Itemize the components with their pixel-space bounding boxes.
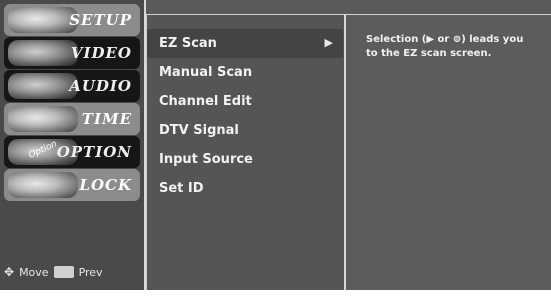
menu-item-label: LOCK [79,176,132,194]
menu-item-option[interactable]: Option OPTION [4,136,140,168]
main-menu: SETUP VIDEO AUDIO TIME Option OPTION LOC… [0,0,146,290]
submenu-item-ez-scan[interactable]: EZ Scan ▶ [147,29,343,58]
audio-icon [8,73,78,99]
move-hint-label: Move [19,265,49,279]
submenu-item-label: Manual Scan [159,65,253,80]
setup-icon [8,7,78,33]
submenu-item-label: Input Source [159,152,253,167]
time-icon [8,106,78,132]
help-panel: Selection (▶ or ⊚) leads you to the EZ s… [346,14,551,290]
menu-item-audio[interactable]: AUDIO [4,70,140,102]
submenu-item-dtv-signal[interactable]: DTV Signal [147,116,343,145]
help-text: Selection (▶ or ⊚) leads you to the EZ s… [366,34,524,59]
bottom-border [0,290,551,296]
video-icon [8,40,78,66]
tv-menu-screen: SETUP VIDEO AUDIO TIME Option OPTION LOC… [0,0,551,290]
menu-item-label: TIME [81,110,132,128]
submenu-item-label: Set ID [159,181,204,196]
lock-icon [8,172,78,198]
menu-item-label: VIDEO [70,44,132,62]
menu-item-setup[interactable]: SETUP [4,4,140,36]
menu-key-icon [53,266,74,278]
menu-item-label: SETUP [69,11,132,29]
submenu-item-set-id[interactable]: Set ID [147,174,343,203]
play-arrow-icon: ▶ [324,36,333,49]
navigation-hints: ✥ Move Prev [4,260,142,284]
submenu-item-input-source[interactable]: Input Source [147,145,343,174]
submenu-item-label: EZ Scan [159,36,217,51]
menu-item-lock[interactable]: LOCK [4,169,140,201]
menu-item-label: OPTION [56,143,132,161]
submenu-item-label: DTV Signal [159,123,239,138]
submenu-item-label: Channel Edit [159,94,252,109]
submenu-item-manual-scan[interactable]: Manual Scan [147,58,343,87]
menu-item-video[interactable]: VIDEO [4,37,140,69]
submenu-item-channel-edit[interactable]: Channel Edit [147,87,343,116]
menu-item-time[interactable]: TIME [4,103,140,135]
setup-submenu: EZ Scan ▶ Manual Scan Channel Edit DTV S… [146,14,344,290]
menu-item-label: AUDIO [69,77,132,95]
dpad-icon: ✥ [4,265,15,279]
prev-hint-label: Prev [78,265,103,279]
